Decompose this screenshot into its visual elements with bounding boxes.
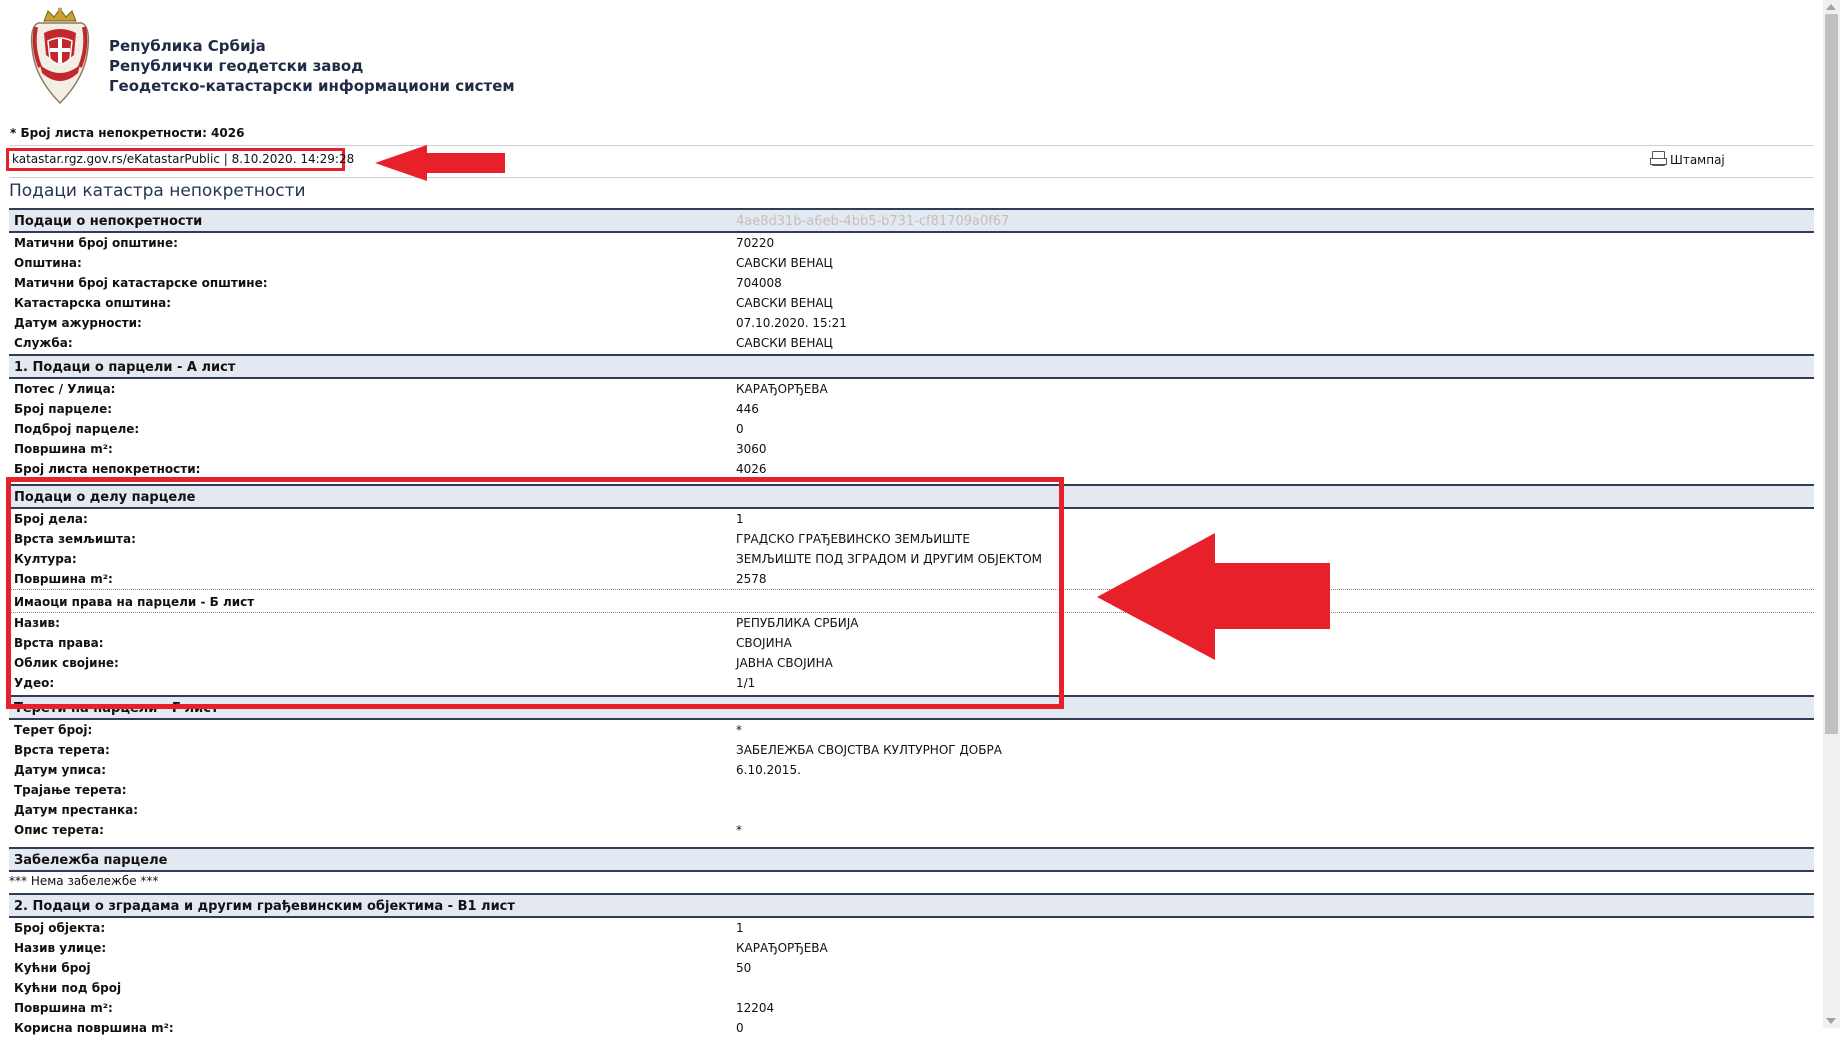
page-header: Република Србија Републички геодетски за… [0,0,1810,130]
table-row: Корисна површина m²: 0 [9,1018,1814,1038]
field-label: Површина m²: [14,442,113,456]
section-note-header: Забележба парцеле [9,847,1814,872]
section-title: 2. Подаци о зградама и другим грађевинск… [14,899,515,914]
table-row: Подброј парцеле: 0 [9,419,1814,439]
field-value: * [736,823,742,837]
section-property-header: Подаци о непокретности 4ae8d31b-a6eb-4bb… [9,208,1814,233]
field-value: 446 [736,402,759,416]
table-row: Служба: САВСКИ ВЕНАЦ [9,333,1814,353]
section-title: Забележба парцеле [14,853,168,868]
field-value: КАРАЂОРЂЕВА [736,941,828,955]
table-row: Број објекта: 1 [9,918,1814,938]
field-value: 6.10.2015. [736,763,801,777]
field-label: Потес / Улица: [14,382,116,396]
field-value: 07.10.2020. 15:21 [736,316,847,330]
field-value: 70220 [736,236,775,250]
field-value: 3060 [736,442,767,456]
field-label: Назив улице: [14,941,107,955]
lvn-number-label: * Број листа непокретности: 4026 [10,126,245,140]
field-label: Датум ажурности: [14,316,142,330]
org-line-2: Републички геодетски завод [109,57,364,75]
table-row: Опис терета: * [9,820,1814,840]
field-label: Терет број: [14,723,93,737]
table-row: Датум престанка: [9,800,1814,820]
vertical-scrollbar[interactable] [1823,0,1840,1028]
header-divider-bottom [9,177,1814,178]
print-label: Штампај [1670,153,1725,167]
field-label: Датум престанка: [14,803,139,817]
field-label: Матични број општине: [14,236,178,250]
field-value: САВСКИ ВЕНАЦ [736,256,833,270]
url-timestamp-box: katastar.rgz.gov.rs/eKatastarPublic | 8.… [6,148,354,171]
field-label: Кућни број [14,961,91,975]
table-row: Врста терета: ЗАБЕЛЕЖБА СВОЈСТВА КУЛТУРНО… [9,740,1814,760]
field-label: Број листа непокретности: [14,462,201,476]
field-label: Општина: [14,256,82,270]
field-label: Катастарска општина: [14,296,172,310]
section-buildings-header: 2. Подаци о зградама и другим грађевинск… [9,893,1814,918]
scroll-up-arrow-icon[interactable] [1826,4,1836,10]
table-row: Матични број катастарске општине: 704008 [9,273,1814,293]
field-label: Опис терета: [14,823,104,837]
field-label: Врста терета: [14,743,110,757]
serbia-coat-of-arms-icon [30,7,90,105]
field-value: 50 [736,961,752,975]
header-divider-top [9,145,1814,146]
field-label: Служба: [14,336,73,350]
table-row: Општина: САВСКИ ВЕНАЦ [9,253,1814,273]
table-row: Потес / Улица: КАРАЂОРЂЕВА [9,379,1814,399]
field-value: 704008 [736,276,782,290]
red-highlight-box [6,477,1064,709]
field-value: * [736,723,742,737]
field-value: 1 [736,921,744,935]
field-value: КАРАЂОРЂЕВА [736,382,828,396]
table-row: Датум ажурности: 07.10.2020. 15:21 [9,313,1814,333]
field-label: Датум уписа: [14,763,107,777]
table-row: Површина m²: 12204 [9,998,1814,1018]
table-row: Кућни број 50 [9,958,1814,978]
section-title: 1. Подаци о парцели - А лист [14,360,236,375]
org-line-3: Геодетско-катастарски информациони систе… [109,77,515,95]
table-row: Назив улице: КАРАЂОРЂЕВА [9,938,1814,958]
red-arrow-left-large-icon [1097,533,1330,660]
table-row: Терет број: * [9,720,1814,740]
field-value: ЗАБЕЛЕЖБА СВОЈСТВА КУЛТУРНОГ ДОБРА [736,743,1002,757]
field-value: САВСКИ ВЕНАЦ [736,336,833,350]
printer-icon [1650,151,1667,166]
organization-name: Република Србија Републички геодетски за… [109,36,515,96]
table-row: Површина m²: 3060 [9,439,1814,459]
section-title: Подаци о непокретности [14,214,203,229]
field-label: Корисна површина m²: [14,1021,174,1035]
field-value: САВСКИ ВЕНАЦ [736,296,833,310]
field-label: Подброј парцеле: [14,422,140,436]
table-row: Катастарска општина: САВСКИ ВЕНАЦ [9,293,1814,313]
field-label: Матични број катастарске општине: [14,276,268,290]
field-label: Кућни под број [14,981,122,995]
table-row: Број листа непокретности: 4026 [9,459,1814,479]
record-guid: 4ae8d31b-a6eb-4bb5-b731-cf81709a0f67 [736,214,1010,229]
table-row: Трајање терета: [9,780,1814,800]
field-value: 0 [736,1021,744,1035]
field-label: Површина m²: [14,1001,113,1015]
note-text: *** Нема забележбе *** [9,874,159,888]
field-value: 0 [736,422,744,436]
field-label: Трајање терета: [14,783,127,797]
table-row: Кућни под број [9,978,1814,998]
section-parcel-header: 1. Подаци о парцели - А лист [9,354,1814,379]
print-button[interactable]: Штампај [1650,151,1725,167]
field-label: Број парцеле: [14,402,113,416]
table-row: Датум уписа: 6.10.2015. [9,760,1814,780]
page-title: Подаци катастра непокретности [9,181,306,201]
field-value: 4026 [736,462,767,476]
field-label: Број објекта: [14,921,106,935]
scroll-down-arrow-icon[interactable] [1826,1018,1836,1024]
org-line-1: Република Србија [109,37,266,55]
table-row: Матични број општине: 70220 [9,233,1814,253]
scrollbar-thumb[interactable] [1825,14,1838,734]
table-row: Број парцеле: 446 [9,399,1814,419]
red-arrow-left-small-icon [375,145,505,181]
field-value: 12204 [736,1001,775,1015]
